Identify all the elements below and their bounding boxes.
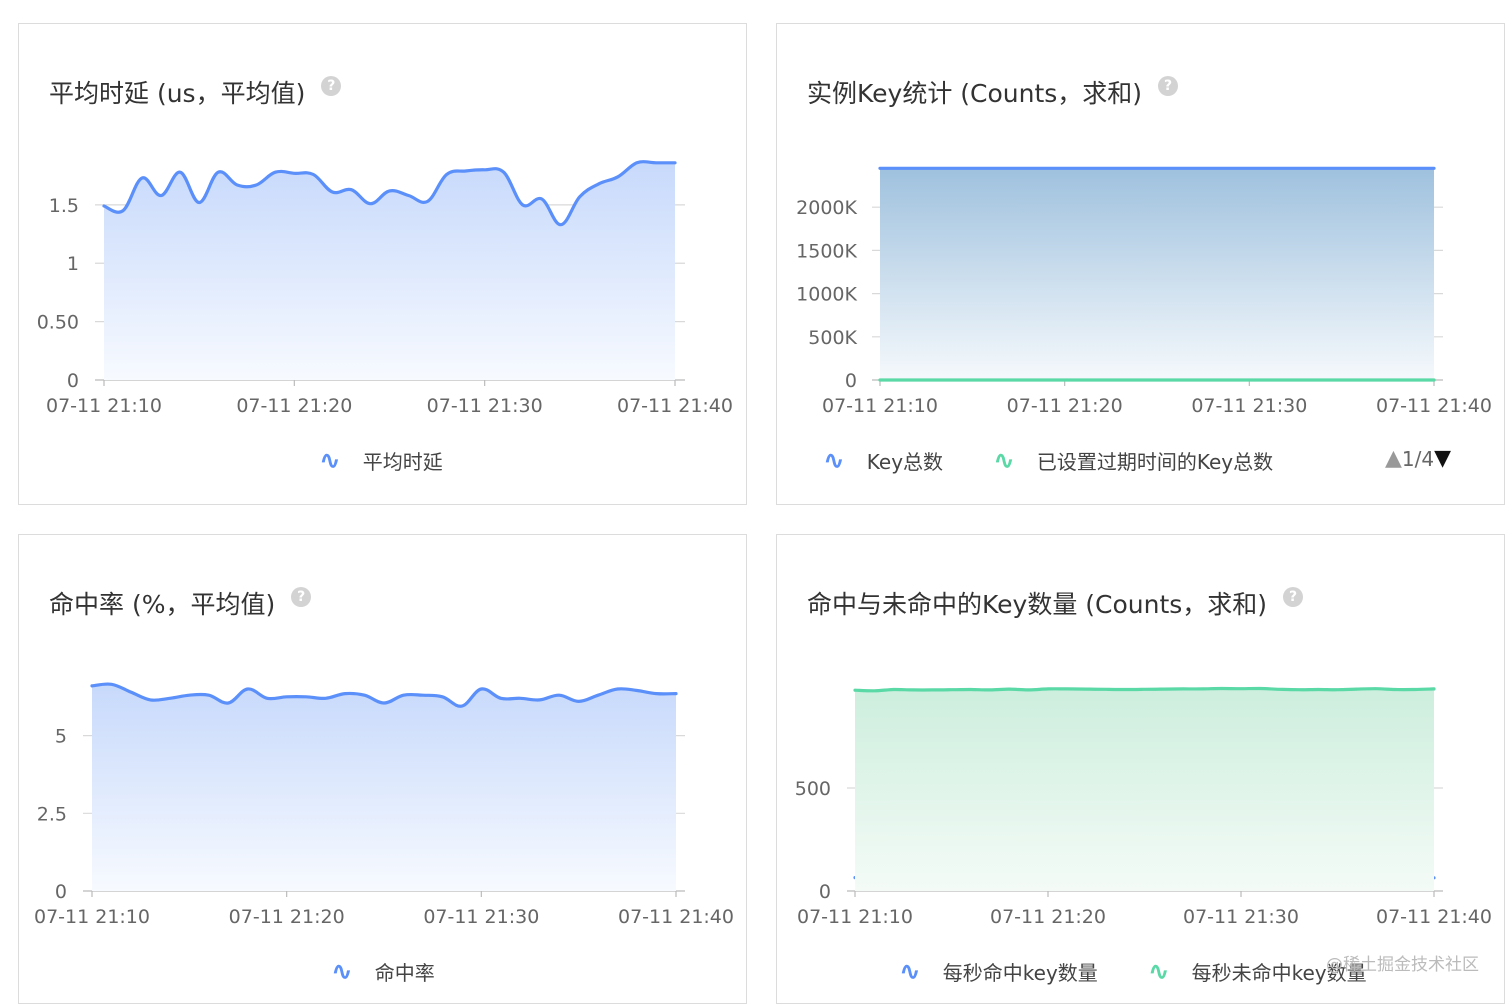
chart-legend: ∿ Key总数 ∿ 已设置过期时间的Key总数 (823, 446, 1273, 475)
y-tick-label: 0 (67, 370, 79, 392)
x-tick-label: 07-11 21:10 (822, 395, 938, 417)
pager-text: 1/4 (1401, 446, 1435, 471)
chart-card-instance-keys: 实例Key统计 (Counts，求和) ? 0 500K 1000K 1500K 200… (776, 23, 1505, 505)
legend-item[interactable]: ∿ 每秒命中key数量 (899, 957, 1098, 986)
y-tick-label: 1500K (796, 240, 857, 262)
y-tick-label: 1.5 (49, 195, 79, 217)
chart-card-hit-miss-keys: 命中与未命中的Key数量 (Counts，求和) ? 0 500 07-11 21:… (776, 534, 1505, 1004)
x-tick-label: 07-11 21:30 (423, 906, 539, 928)
legend-label: 平均时延 (362, 450, 443, 474)
series-area (92, 684, 676, 891)
x-tick-label: 07-11 21:40 (617, 395, 733, 417)
wave-line-icon: ∿ (331, 956, 353, 987)
wave-line-icon: ∿ (319, 445, 341, 476)
chart-card-hit-rate: 命中率 (%，平均值) ? 0 2.5 5 07-11 21:10 07-11 21:2… (18, 534, 747, 1004)
x-tick-label: 07-11 21:30 (427, 395, 543, 417)
y-tick-label: 1000K (796, 284, 857, 306)
chart-card-avg-latency: 平均时延 (us，平均值) ? 0 0.50 1 1.5 07-11 21:10 07-1… (18, 23, 747, 505)
x-tick-label: 07-11 21:10 (46, 395, 162, 417)
triangle-down-icon[interactable]: ▼ (1434, 446, 1451, 471)
x-tick-label: 07-11 21:20 (990, 906, 1106, 928)
legend-label: Key总数 (866, 450, 944, 474)
y-tick-label: 1 (67, 253, 79, 275)
x-tick-label: 07-11 21:40 (1376, 906, 1492, 928)
x-tick-label: 07-11 21:20 (1007, 395, 1123, 417)
watermark: @稀土掘金技术社区 (1326, 955, 1479, 975)
x-tick-label: 07-11 21:20 (229, 906, 345, 928)
triangle-up-icon[interactable]: ▲ (1385, 446, 1402, 471)
chart-plot: 0 2.5 5 07-11 21:10 07-11 21:20 07-11 21:30 07… (34, 682, 734, 928)
chart-legend: ∿ 平均时延 (319, 446, 443, 475)
y-tick-label: 2.5 (37, 803, 67, 825)
x-tick-label: 07-11 21:10 (34, 906, 150, 928)
legend-item[interactable]: ∿ 命中率 (331, 957, 435, 986)
chart-plot: 0 500 07-11 21:10 07-11 21:20 07-11 21:30 07-… (795, 686, 1492, 928)
x-tick-label: 07-11 21:30 (1183, 906, 1299, 928)
y-tick-label: 0.50 (37, 312, 79, 334)
y-tick-label: 500K (808, 327, 857, 349)
chart-plot: 0 0.50 1 1.5 07-11 21:10 07-11 21:20 07-11 21:… (37, 160, 733, 417)
x-tick-label: 07-11 21:20 (236, 395, 352, 417)
x-tick-label: 07-11 21:40 (618, 906, 734, 928)
chart-legend: ∿ 每秒命中key数量 ∿ 每秒未命中key数量 (899, 957, 1367, 986)
legend-item[interactable]: ∿ 已设置过期时间的Key总数 (993, 446, 1273, 475)
y-tick-label: 5 (55, 726, 67, 748)
y-tick-label: 0 (819, 881, 831, 903)
y-tick-label: 2000K (796, 197, 857, 219)
legend-label: 命中率 (374, 961, 435, 985)
chart-plot: 0 500K 1000K 1500K 2000K 07-11 21:10 07-11 21:… (796, 166, 1492, 417)
series-area (104, 161, 675, 380)
y-tick-label: 0 (845, 370, 857, 392)
legend-label: 已设置过期时间的Key总数 (1036, 450, 1274, 474)
y-tick-label: 0 (55, 881, 67, 903)
x-tick-label: 07-11 21:30 (1191, 395, 1307, 417)
legend-pager: ▲ 1/4 ▼ (1385, 446, 1451, 471)
series-area (855, 688, 1434, 891)
legend-label: 每秒命中key数量 (942, 961, 1098, 985)
chart-legend: ∿ 命中率 (331, 957, 435, 986)
wave-line-icon: ∿ (899, 956, 921, 987)
x-tick-label: 07-11 21:10 (797, 906, 913, 928)
y-tick-label: 500 (795, 778, 831, 800)
legend-item[interactable]: ∿ Key总数 (823, 446, 943, 475)
wave-line-icon: ∿ (823, 445, 845, 476)
series-area (880, 168, 1434, 380)
wave-line-icon: ∿ (1147, 956, 1170, 987)
x-tick-label: 07-11 21:40 (1376, 395, 1492, 417)
series-line[interactable] (853, 686, 1436, 693)
wave-line-icon: ∿ (993, 445, 1015, 476)
legend-item[interactable]: ∿ 平均时延 (319, 446, 443, 475)
